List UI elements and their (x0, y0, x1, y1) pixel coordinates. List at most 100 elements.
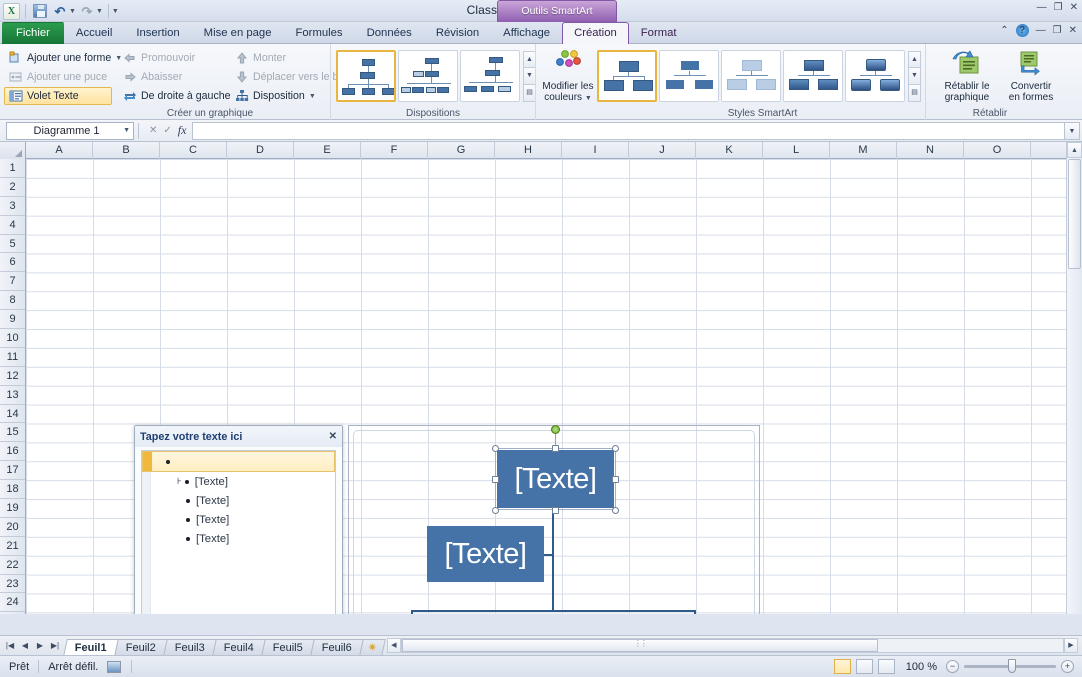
close-icon[interactable]: ✕ (329, 431, 337, 442)
horizontal-scroll-track[interactable] (400, 638, 1064, 653)
name-box[interactable]: Diagramme 1 ▼ (6, 121, 134, 140)
name-box-dropdown-icon[interactable]: ▼ (123, 127, 130, 134)
zoom-track[interactable] (964, 659, 1056, 673)
right-to-left-button[interactable]: De droite à gauche (118, 87, 231, 105)
row-header-8[interactable]: 8 (0, 291, 25, 311)
zoom-out-button[interactable]: − (946, 660, 959, 673)
layout-name-title-org-chart-thumb[interactable] (398, 50, 458, 102)
row-header-10[interactable]: 10 (0, 329, 25, 348)
move-down-button[interactable]: Déplacer vers le bas (230, 68, 350, 86)
first-sheet-button[interactable]: |◀ (3, 638, 17, 654)
smartart-canvas[interactable]: [Texte] [Texte] [Texte] [Texte] [Texte] (348, 425, 760, 614)
column-header-E[interactable]: E (294, 142, 361, 159)
row-header-20[interactable]: 20 (0, 518, 25, 537)
resize-handle-top-center[interactable] (552, 445, 559, 452)
scroll-right-button[interactable]: ▶ (1064, 638, 1078, 653)
column-header-J[interactable]: J (629, 142, 696, 159)
expand-formula-bar-button[interactable]: ▼ (1064, 121, 1080, 140)
layout-half-circle-org-chart-thumb[interactable] (460, 50, 520, 102)
formula-input[interactable] (192, 121, 1064, 140)
horizontal-scrollbar[interactable]: ◀ ▶ (386, 638, 1078, 654)
text-pane-row-0[interactable] (142, 451, 335, 472)
tab-fichier[interactable]: Fichier (2, 22, 64, 44)
tab-donnees[interactable]: Données (355, 22, 424, 44)
column-header-F[interactable]: F (361, 142, 428, 159)
sheet-tab-feuil2[interactable]: Feuil2 (113, 638, 168, 656)
row-header-7[interactable]: 7 (0, 272, 25, 292)
app-close-icon[interactable]: ✕ (1069, 25, 1077, 36)
reset-graphic-button[interactable]: Rétablir le graphique (936, 47, 998, 103)
row-header-23[interactable]: 23 (0, 575, 25, 594)
text-pane-row-2[interactable]: [Texte] (142, 491, 335, 510)
cancel-formula-icon[interactable]: ✕ (149, 125, 157, 136)
last-sheet-button[interactable]: ▶| (48, 638, 62, 654)
app-minimize-icon[interactable]: — (1036, 25, 1046, 36)
style-moderate-effect-thumb[interactable] (783, 50, 843, 102)
tab-accueil[interactable]: Accueil (64, 22, 124, 44)
zoom-level[interactable]: 100 % (900, 661, 941, 673)
node-assistant[interactable]: [Texte] (427, 526, 544, 582)
row-header-17[interactable]: 17 (0, 461, 25, 481)
sheet-tab-feuil5[interactable]: Feuil5 (260, 638, 315, 656)
layout-org-chart-thumb[interactable] (336, 50, 396, 102)
sheet-tab-feuil4[interactable]: Feuil4 (211, 638, 266, 656)
demote-button[interactable]: Abaisser (118, 68, 224, 86)
scroll-up-button[interactable]: ▲ (1067, 142, 1082, 158)
page-layout-view-button[interactable] (855, 659, 873, 674)
row-header-11[interactable]: 11 (0, 348, 25, 367)
add-bullet-button[interactable]: Ajouter une puce (4, 68, 112, 86)
resize-handle-middle-left[interactable] (492, 476, 499, 483)
column-header-G[interactable]: G (428, 142, 495, 159)
page-break-view-button[interactable] (877, 659, 895, 674)
tab-format[interactable]: Format (629, 22, 689, 44)
move-up-button[interactable]: Monter (230, 49, 342, 67)
resize-handle-bottom-right[interactable] (612, 507, 619, 514)
normal-view-button[interactable] (833, 659, 851, 674)
style-white-outline-thumb[interactable] (659, 50, 719, 102)
column-header-I[interactable]: I (562, 142, 629, 159)
tab-mise-en-page[interactable]: Mise en page (192, 22, 284, 44)
row-header-4[interactable]: 4 (0, 216, 25, 235)
add-shape-button[interactable]: Ajouter une forme ▼ (4, 49, 122, 67)
column-header-O[interactable]: O (964, 142, 1031, 159)
minimize-ribbon-icon[interactable]: ⌃ (1000, 25, 1008, 36)
restore-icon[interactable]: ❐ (1054, 2, 1063, 13)
next-sheet-button[interactable]: ▶ (33, 638, 47, 654)
column-header-D[interactable]: D (227, 142, 294, 159)
row-header-2[interactable]: 2 (0, 178, 25, 197)
row-header-24[interactable]: 24 (0, 593, 25, 613)
column-header-N[interactable]: N (897, 142, 964, 159)
resize-handle-top-right[interactable] (612, 445, 619, 452)
row-header-25[interactable]: 25 (0, 612, 25, 614)
text-pane-body[interactable]: ⊦ [Texte] [Texte] [Texte] [Texte] (141, 450, 336, 614)
text-pane-row-4[interactable]: [Texte] (142, 529, 335, 548)
style-intense-effect-thumb[interactable] (845, 50, 905, 102)
row-header-6[interactable]: 6 (0, 253, 25, 273)
styles-scroll-up-button[interactable]: ▲ (908, 50, 921, 68)
insert-function-icon[interactable]: fx (178, 123, 187, 138)
select-all-button[interactable] (0, 142, 26, 159)
prev-sheet-button[interactable]: ◀ (18, 638, 32, 654)
styles-more-button[interactable]: ▤ (908, 84, 921, 102)
column-header-K[interactable]: K (696, 142, 763, 159)
row-header-18[interactable]: 18 (0, 480, 25, 500)
column-header-B[interactable]: B (93, 142, 160, 159)
resize-handle-middle-right[interactable] (612, 476, 619, 483)
tab-revision[interactable]: Révision (424, 22, 491, 44)
tab-insertion[interactable]: Insertion (124, 22, 191, 44)
row-header-12[interactable]: 12 (0, 367, 25, 386)
sheet-tab-feuil6[interactable]: Feuil6 (309, 638, 364, 656)
horizontal-scroll-thumb[interactable] (401, 639, 878, 652)
row-header-13[interactable]: 13 (0, 386, 25, 405)
resize-handle-bottom-center[interactable] (552, 507, 559, 514)
tab-formules[interactable]: Formules (284, 22, 355, 44)
zoom-slider[interactable]: − + (946, 659, 1074, 673)
enter-formula-icon[interactable]: ✓ (163, 125, 171, 136)
rotation-handle[interactable] (551, 425, 560, 434)
column-header-A[interactable]: A (26, 142, 93, 159)
column-header-M[interactable]: M (830, 142, 897, 159)
close-icon[interactable]: ✕ (1070, 2, 1078, 13)
chevron-down-icon[interactable]: ▼ (309, 93, 316, 100)
text-pane-row-1[interactable]: ⊦ [Texte] (142, 472, 335, 491)
scroll-left-button[interactable]: ◀ (386, 638, 401, 653)
